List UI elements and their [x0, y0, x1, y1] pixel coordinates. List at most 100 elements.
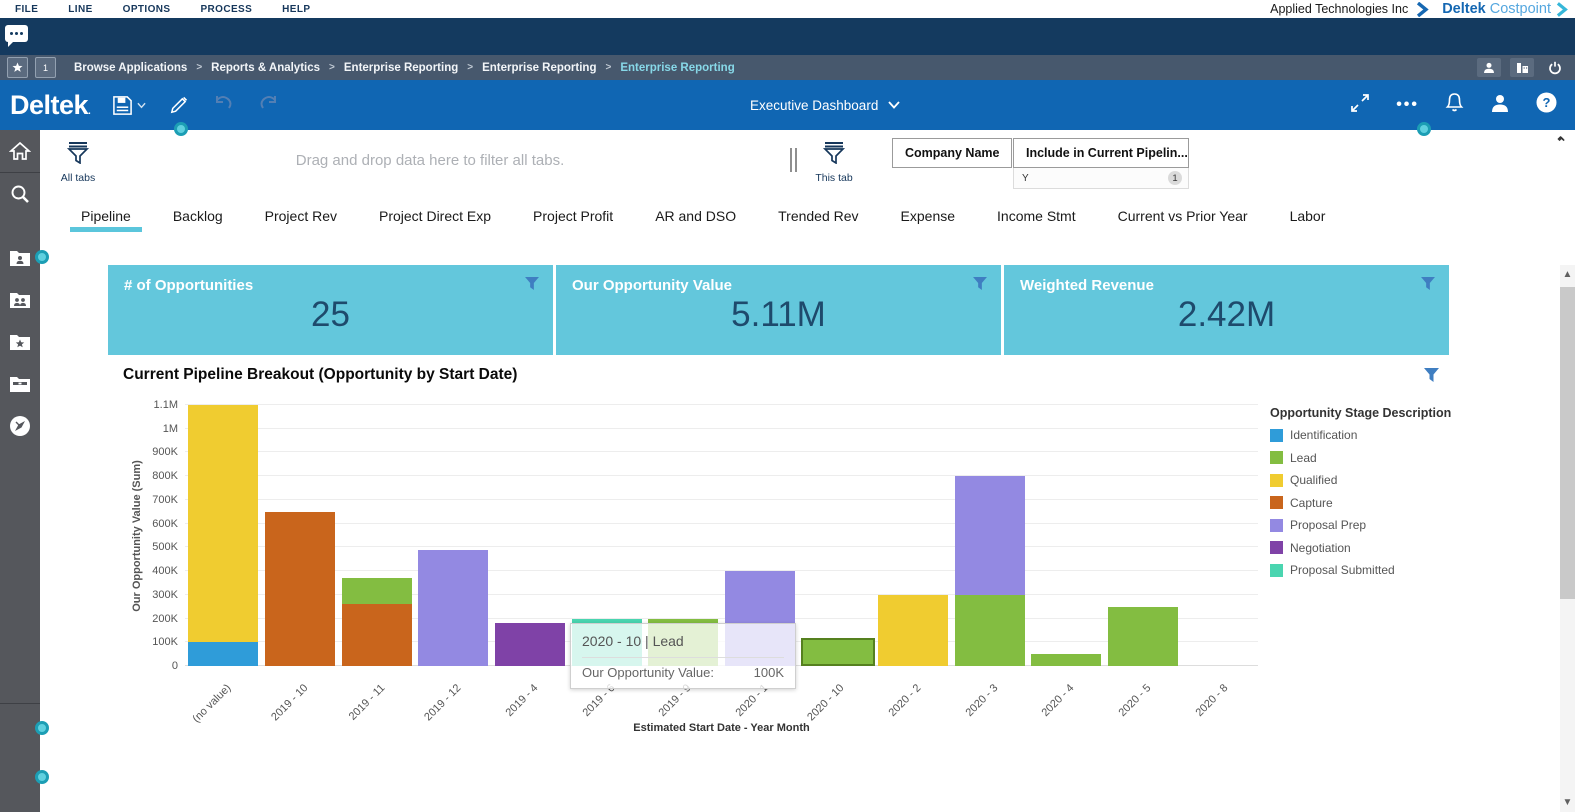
bar-segment-lead[interactable] [955, 595, 1025, 666]
breadcrumb-item[interactable]: Browse Applications [74, 62, 187, 74]
user-profile-button[interactable] [1490, 93, 1510, 118]
bar-2020-10[interactable] [801, 638, 875, 666]
menu-item-process[interactable]: PROCESS [185, 4, 267, 15]
undo-button[interactable] [211, 94, 235, 116]
tab-expense[interactable]: Expense [880, 192, 976, 240]
tab-trended-rev[interactable]: Trended Rev [757, 192, 879, 240]
x-tick-label: 2020 - 3 [927, 682, 1001, 756]
drag-handle-dot[interactable] [35, 250, 49, 264]
kpi-filter-funnel-icon[interactable] [525, 277, 539, 295]
tab-project-profit[interactable]: Project Profit [512, 192, 634, 240]
tab-income-stmt[interactable]: Income Stmt [976, 192, 1097, 240]
bar-segment-qualified[interactable] [188, 405, 258, 642]
kpi-filter-funnel-icon[interactable] [1421, 277, 1435, 295]
breadcrumb-item[interactable]: Enterprise Reporting [482, 62, 596, 74]
scrollbar-thumb[interactable] [1560, 287, 1575, 599]
this-tab-filter[interactable]: This tab [806, 142, 862, 184]
bar-segment-capture[interactable] [265, 512, 335, 666]
drag-handle-dot[interactable] [35, 721, 49, 735]
legend-item-negotiation[interactable]: Negotiation [1270, 541, 1451, 555]
vertical-scrollbar[interactable]: ▲ ▼ [1560, 265, 1575, 812]
starred-folder-icon[interactable] [0, 321, 40, 363]
tab-ar-and-dso[interactable]: AR and DSO [634, 192, 757, 240]
bar-segment-identification[interactable] [188, 642, 258, 666]
drag-handle-dot[interactable] [35, 770, 49, 784]
tab-project-direct-exp[interactable]: Project Direct Exp [358, 192, 512, 240]
chart-filter-funnel-icon[interactable] [1424, 368, 1439, 387]
chat-icon[interactable] [5, 25, 28, 42]
kpi-filter-funnel-icon[interactable] [973, 277, 987, 295]
window-number-icon[interactable]: 1 [35, 57, 56, 78]
bar-segment-proposal-prep[interactable] [418, 550, 488, 666]
search-icon[interactable] [0, 173, 40, 215]
tab-pipeline[interactable]: Pipeline [60, 192, 152, 240]
breadcrumb-item[interactable]: Reports & Analytics [211, 62, 320, 74]
legend-item-qualified[interactable]: Qualified [1270, 473, 1451, 487]
more-options-button[interactable]: ••• [1396, 96, 1419, 114]
filter-drop-zone[interactable]: Drag and drop data here to filter all ta… [100, 152, 760, 169]
scroll-up-arrow[interactable]: ▲ [1560, 269, 1575, 280]
bar-segment-qualified[interactable] [878, 595, 948, 666]
redo-button[interactable] [257, 94, 281, 116]
notifications-bell-button[interactable] [1445, 92, 1464, 118]
menu-item-options[interactable]: OPTIONS [108, 4, 186, 15]
company-name-filter-chip[interactable]: Company Name [892, 138, 1012, 168]
bar-2019-10[interactable] [265, 512, 335, 666]
drag-handle-dot[interactable] [174, 122, 188, 136]
bar-2020-2[interactable] [878, 595, 948, 666]
bar-segment-lead[interactable] [342, 578, 412, 604]
organization-icon[interactable] [1510, 58, 1534, 77]
user-icon[interactable] [1477, 58, 1501, 77]
bar-2020-5[interactable] [1108, 607, 1178, 666]
power-logout-icon[interactable] [1543, 58, 1567, 77]
y-tick-label: 700K [132, 494, 178, 506]
scroll-down-arrow[interactable]: ▼ [1560, 797, 1575, 808]
home-icon[interactable] [0, 130, 40, 172]
tab-backlog[interactable]: Backlog [152, 192, 244, 240]
tab-project-rev[interactable]: Project Rev [244, 192, 358, 240]
save-button[interactable] [112, 95, 146, 116]
bar-2019-4[interactable] [495, 623, 565, 666]
scroll-top-chevron-icon[interactable]: ⌃ [1555, 134, 1566, 150]
legend-item-lead[interactable]: Lead [1270, 451, 1451, 465]
bar--no-value-[interactable] [188, 405, 258, 666]
tab-current-vs-prior-year[interactable]: Current vs Prior Year [1097, 192, 1269, 240]
tab-label: Expense [901, 208, 955, 224]
bar-segment-proposal-prep[interactable] [955, 476, 1025, 595]
menu-item-help[interactable]: HELP [267, 4, 325, 15]
breadcrumb-item[interactable]: Enterprise Reporting [620, 62, 734, 74]
help-button[interactable]: ? [1536, 92, 1557, 118]
legend-item-proposal-prep[interactable]: Proposal Prep [1270, 518, 1451, 532]
bar-2020-3[interactable] [955, 476, 1025, 666]
tab-labor[interactable]: Labor [1269, 192, 1347, 240]
bar-2020-4[interactable] [1031, 654, 1101, 666]
legend-item-capture[interactable]: Capture [1270, 496, 1451, 510]
breadcrumb-item[interactable]: Enterprise Reporting [344, 62, 458, 74]
bar-segment-lead[interactable] [1108, 607, 1178, 666]
deltek-brand-logo: Deltek [1442, 1, 1486, 17]
legend-item-proposal-submitted[interactable]: Proposal Submitted [1270, 563, 1451, 577]
dashboard-selector[interactable]: Executive Dashboard [750, 80, 900, 130]
pipeline-filter-chip[interactable]: Include in Current Pipelin... Y 1 [1013, 138, 1189, 189]
legend-item-identification[interactable]: Identification [1270, 428, 1451, 442]
bar-2019-11[interactable] [342, 578, 412, 666]
favorite-star-icon[interactable] [7, 57, 28, 78]
pipeline-chip-value-row[interactable]: Y 1 [1013, 168, 1189, 189]
menu-item-line[interactable]: LINE [53, 4, 107, 15]
user-folder-icon[interactable] [0, 237, 40, 279]
bar-segment-capture[interactable] [342, 604, 412, 666]
browse-applications-icon[interactable] [0, 363, 40, 405]
all-tabs-filter[interactable]: All tabs [50, 142, 106, 184]
compass-icon[interactable] [0, 405, 40, 447]
menu-item-file[interactable]: FILE [0, 4, 53, 15]
users-folder-icon[interactable] [0, 279, 40, 321]
kpi-title: Our Opportunity Value [572, 277, 732, 294]
bar-segment-negotiation[interactable] [495, 623, 565, 666]
panel-resize-handle[interactable] [790, 148, 797, 172]
bar-segment-lead[interactable] [1031, 654, 1101, 666]
expand-fullscreen-button[interactable] [1350, 93, 1370, 118]
bar-2019-12[interactable] [418, 550, 488, 666]
edit-pencil-button[interactable] [168, 95, 189, 116]
bar-segment-lead[interactable] [803, 640, 873, 664]
drag-handle-dot[interactable] [1417, 122, 1431, 136]
